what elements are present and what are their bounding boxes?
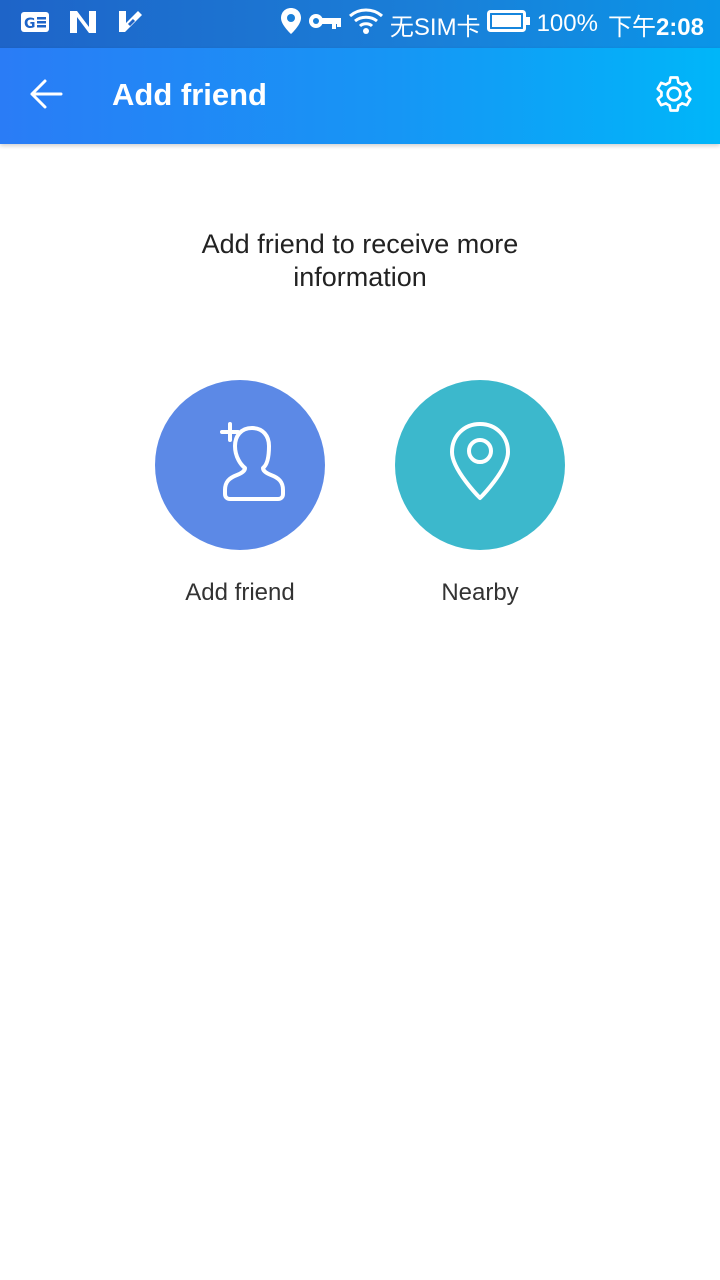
arrow-back-icon bbox=[28, 76, 64, 117]
battery-icon bbox=[486, 9, 531, 40]
page-title: Add friend bbox=[112, 77, 267, 112]
check-app-icon bbox=[116, 9, 144, 40]
notification-icons: G bbox=[20, 10, 144, 38]
system-status: 无SIM卡 100% 下午2:08 bbox=[280, 6, 704, 43]
nearby-label: Nearby bbox=[441, 579, 519, 606]
location-icon bbox=[280, 7, 302, 42]
svg-text:G: G bbox=[24, 16, 36, 32]
back-button[interactable] bbox=[22, 72, 70, 120]
time: 2:08 bbox=[655, 13, 704, 41]
vpn-key-icon bbox=[308, 10, 342, 39]
add-friend-label: Add friend bbox=[185, 579, 295, 606]
wifi-icon bbox=[348, 6, 384, 43]
add-friend-action[interactable]: Add friend bbox=[140, 380, 340, 608]
add-friend-circle[interactable] bbox=[155, 380, 325, 550]
headline-text: Add friend to receive more information bbox=[201, 229, 519, 292]
add-person-icon bbox=[190, 413, 290, 518]
nearby-action[interactable]: Nearby bbox=[380, 380, 580, 608]
ge-news-icon: G bbox=[20, 10, 50, 39]
clock: 下午2:08 bbox=[608, 7, 704, 42]
nearby-circle[interactable] bbox=[395, 380, 565, 550]
time-prefix: 下午 bbox=[607, 13, 656, 41]
status-bar: G 无SIM卡 100% 下午2:08 bbox=[0, 0, 720, 48]
settings-button[interactable] bbox=[648, 70, 700, 122]
gear-icon bbox=[651, 71, 697, 122]
location-pin-icon bbox=[440, 418, 520, 513]
app-toolbar: Add friend bbox=[0, 48, 720, 144]
sim-status-text: 无SIM卡 bbox=[389, 13, 481, 41]
n-app-icon bbox=[68, 9, 98, 40]
battery-percent: 100% bbox=[536, 10, 598, 37]
